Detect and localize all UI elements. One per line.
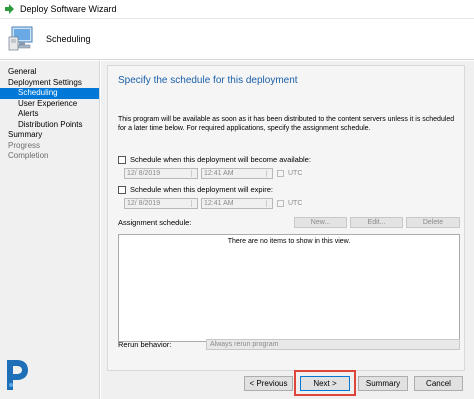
expire-utc-label: UTC — [288, 200, 303, 207]
available-schedule-row: Schedule when this deployment will becom… — [118, 155, 311, 164]
expire-schedule-label: Schedule when this deployment will expir… — [130, 185, 273, 194]
calendar-dropdown-icon[interactable] — [191, 200, 196, 207]
expire-time-field[interactable]: 12:41 AM — [201, 198, 273, 209]
summary-button[interactable]: Summary — [358, 376, 408, 391]
logo-icon — [7, 360, 28, 390]
edit-schedule-button[interactable]: Edit... — [350, 217, 403, 228]
empty-list-message: There are no items to show in this view. — [227, 238, 351, 245]
assignment-schedule-list[interactable]: There are no items to show in this view. — [118, 234, 460, 342]
available-utc-label: UTC — [288, 170, 303, 177]
computer-icon — [8, 26, 33, 51]
window-title: Deploy Software Wizard — [20, 4, 117, 14]
available-schedule-checkbox[interactable] — [118, 155, 126, 164]
expire-utc-checkbox[interactable] — [277, 200, 284, 207]
nav-item-summary[interactable]: Summary — [0, 130, 99, 141]
calendar-dropdown-icon[interactable] — [191, 170, 196, 177]
available-time-field[interactable]: 12:41 AM — [201, 168, 273, 179]
delete-schedule-button[interactable]: Delete — [406, 217, 460, 228]
title-bar: Deploy Software Wizard — [0, 0, 474, 19]
expire-utc-option[interactable]: UTC — [277, 200, 302, 207]
available-date-field[interactable]: 12/ 8/2019 — [124, 168, 198, 179]
cancel-button[interactable]: Cancel — [414, 376, 463, 391]
available-utc-option[interactable]: UTC — [277, 170, 302, 177]
previous-button[interactable]: < Previous — [244, 376, 293, 391]
expire-date-value: 12/ 8/2019 — [127, 200, 161, 207]
expire-schedule-checkbox[interactable] — [118, 185, 126, 194]
main-panel: Specify the schedule for this deployment… — [101, 61, 474, 399]
rerun-behavior-select[interactable]: Always rerun program — [206, 339, 460, 350]
time-spinner-icon[interactable] — [266, 200, 271, 207]
description-text: This program will be available as soon a… — [118, 116, 455, 132]
nav-item-completion: Completion — [8, 151, 49, 160]
arrow-right-icon — [5, 4, 14, 14]
content-area: Specify the schedule for this deployment… — [107, 65, 465, 371]
wizard-nav: General Deployment Settings Scheduling U… — [0, 61, 100, 399]
nav-item-deployment-settings[interactable]: Deployment Settings — [0, 78, 99, 89]
nav-item-scheduling[interactable]: Scheduling — [0, 88, 99, 99]
wizard-header: Scheduling — [0, 19, 474, 60]
nav-item-general[interactable]: General — [0, 67, 99, 78]
next-button-highlight — [294, 370, 356, 396]
expire-time-value: 12:41 AM — [204, 200, 234, 207]
time-spinner-icon[interactable] — [266, 170, 271, 177]
available-utc-checkbox[interactable] — [277, 170, 284, 177]
nav-item-alerts[interactable]: Alerts — [0, 109, 99, 120]
expire-date-field[interactable]: 12/ 8/2019 — [124, 198, 198, 209]
page-title: Scheduling — [46, 34, 91, 44]
rerun-behavior-label: Rerun behavior: — [118, 340, 172, 349]
nav-item-distribution-points[interactable]: Distribution Points — [0, 120, 99, 131]
section-heading: Specify the schedule for this deployment — [118, 75, 298, 86]
nav-item-progress: Progress — [8, 140, 41, 150]
expire-schedule-row: Schedule when this deployment will expir… — [118, 185, 273, 194]
assignment-schedule-label: Assignment schedule: — [118, 218, 192, 227]
available-date-value: 12/ 8/2019 — [127, 170, 161, 177]
available-time-value: 12:41 AM — [204, 170, 234, 177]
new-schedule-button[interactable]: New... — [294, 217, 347, 228]
nav-item-user-experience[interactable]: User Experience — [0, 99, 99, 110]
available-schedule-label: Schedule when this deployment will becom… — [130, 155, 311, 164]
